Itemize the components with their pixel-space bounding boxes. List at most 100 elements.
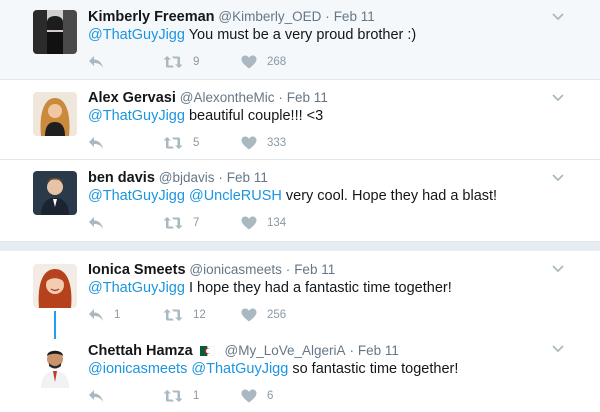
username[interactable]: @ionicasmeets bbox=[189, 262, 282, 277]
like-count: 256 bbox=[267, 309, 287, 321]
reply-button[interactable]: 1 bbox=[88, 306, 120, 324]
tweet-text: @ThatGuyJigg You must be a very proud br… bbox=[88, 27, 416, 43]
mention-link[interactable]: @ionicasmeets bbox=[88, 361, 187, 377]
separator: · bbox=[218, 170, 223, 185]
like-button[interactable]: 134 bbox=[241, 214, 286, 232]
chevron-down-icon[interactable] bbox=[552, 13, 564, 21]
avatar[interactable] bbox=[33, 264, 77, 308]
retweet-icon bbox=[163, 136, 183, 150]
mention-link[interactable]: @ThatGuyJigg bbox=[88, 108, 185, 124]
tweet-alex-gervasi[interactable]: Alex Gervasi @AlexontheMic · Feb 11 @Tha… bbox=[0, 80, 600, 160]
tweet-chettah-hamza[interactable]: Chettah Hamza @My_LoVe_AlgeriA · Feb 11 … bbox=[0, 337, 600, 412]
heart-icon bbox=[241, 389, 257, 403]
like-button[interactable]: 6 bbox=[241, 387, 273, 405]
tweet-ben-davis[interactable]: ben davis @bjdavis · Feb 11 @ThatGuyJigg… bbox=[0, 160, 600, 242]
reply-count: 1 bbox=[114, 309, 121, 321]
timestamp[interactable]: Feb 11 bbox=[334, 9, 375, 24]
retweet-icon bbox=[163, 55, 183, 69]
reply-button[interactable] bbox=[88, 134, 114, 152]
avatar[interactable] bbox=[33, 92, 77, 136]
like-count: 333 bbox=[267, 137, 287, 149]
tweet-header: Kimberly Freeman @Kimberly_OED · Feb 11 bbox=[88, 8, 375, 25]
tweet-header: ben davis @bjdavis · Feb 11 bbox=[88, 169, 268, 186]
separator: · bbox=[325, 9, 330, 24]
chevron-down-icon[interactable] bbox=[552, 345, 564, 353]
tweet-body: You must be a very proud brother :) bbox=[184, 27, 417, 43]
algeria-flag-icon bbox=[199, 343, 215, 357]
display-name[interactable]: Alex Gervasi bbox=[88, 90, 176, 106]
chevron-down-icon[interactable] bbox=[552, 265, 564, 273]
avatar[interactable] bbox=[33, 344, 77, 388]
mention-link[interactable]: @ThatGuyJigg bbox=[191, 361, 288, 377]
timestamp[interactable]: Feb 11 bbox=[294, 262, 335, 277]
mention-link[interactable]: @ThatGuyJigg bbox=[88, 280, 185, 296]
retweet-count: 9 bbox=[193, 56, 200, 68]
retweet-button[interactable]: 12 bbox=[163, 306, 206, 324]
timestamp[interactable]: Feb 11 bbox=[358, 343, 399, 358]
reply-button[interactable] bbox=[88, 214, 114, 232]
tweet-header: Chettah Hamza @My_LoVe_AlgeriA · Feb 11 bbox=[88, 342, 399, 359]
tweet-text: @ThatGuyJigg I hope they had a fantastic… bbox=[88, 280, 452, 296]
username[interactable]: @Kimberly_OED bbox=[218, 9, 321, 24]
like-count: 6 bbox=[267, 390, 274, 402]
mention-link[interactable]: @UncleRUSH bbox=[189, 188, 282, 204]
tweet-kimberly-freeman[interactable]: Kimberly Freeman @Kimberly_OED · Feb 11 … bbox=[0, 0, 600, 80]
retweet-button[interactable]: 1 bbox=[163, 387, 199, 405]
tweet-text: @ThatGuyJigg beautiful couple!!! <3 bbox=[88, 108, 323, 124]
tweet-text: @ionicasmeets @ThatGuyJigg so fantastic … bbox=[88, 361, 458, 377]
timestamp[interactable]: Feb 11 bbox=[287, 90, 328, 105]
display-name[interactable]: Chettah Hamza bbox=[88, 343, 193, 359]
retweet-count: 1 bbox=[193, 390, 200, 402]
heart-icon bbox=[241, 216, 257, 230]
tweet-header: Alex Gervasi @AlexontheMic · Feb 11 bbox=[88, 89, 328, 106]
mention-link[interactable]: @ThatGuyJigg bbox=[88, 188, 185, 204]
reply-button[interactable] bbox=[88, 53, 114, 71]
reply-icon bbox=[88, 136, 104, 150]
heart-icon bbox=[241, 136, 257, 150]
tweet-body: I hope they had a fantastic time togethe… bbox=[184, 280, 452, 296]
separator: · bbox=[349, 343, 354, 358]
chevron-down-icon[interactable] bbox=[552, 94, 564, 102]
username[interactable]: @My_LoVe_AlgeriA bbox=[225, 343, 346, 358]
mention-link[interactable]: @ThatGuyJigg bbox=[88, 27, 185, 43]
retweet-icon bbox=[163, 308, 183, 322]
retweet-count: 7 bbox=[193, 217, 200, 229]
tweet-text: @ThatGuyJigg @UncleRUSH very cool. Hope … bbox=[88, 188, 497, 204]
tweet-body: so fantastic time together! bbox=[288, 361, 459, 377]
display-name[interactable]: ben davis bbox=[88, 170, 155, 186]
retweet-icon bbox=[163, 389, 183, 403]
like-button[interactable]: 256 bbox=[241, 306, 286, 324]
reply-button[interactable] bbox=[88, 387, 114, 405]
retweet-button[interactable]: 7 bbox=[163, 214, 199, 232]
tweet-body: very cool. Hope they had a blast! bbox=[281, 188, 498, 204]
retweet-count: 5 bbox=[193, 137, 200, 149]
retweet-count: 12 bbox=[193, 309, 206, 321]
tweet-header: Ionica Smeets @ionicasmeets · Feb 11 bbox=[88, 261, 335, 278]
chevron-down-icon[interactable] bbox=[552, 174, 564, 182]
reply-icon bbox=[88, 216, 104, 230]
tweet-ionica-smeets[interactable]: Ionica Smeets @ionicasmeets · Feb 11 @Th… bbox=[0, 251, 600, 331]
retweet-icon bbox=[163, 216, 183, 230]
display-name[interactable]: Ionica Smeets bbox=[88, 262, 186, 278]
reply-icon bbox=[88, 389, 104, 403]
tweet-body: beautiful couple!!! <3 bbox=[184, 108, 324, 124]
username[interactable]: @bjdavis bbox=[159, 170, 215, 185]
conversation-thread: Ionica Smeets @ionicasmeets · Feb 11 @Th… bbox=[0, 251, 600, 412]
like-count: 134 bbox=[267, 217, 287, 229]
like-button[interactable]: 333 bbox=[241, 134, 286, 152]
separator: · bbox=[285, 262, 291, 277]
timestamp[interactable]: Feb 11 bbox=[227, 170, 268, 185]
like-button[interactable]: 268 bbox=[241, 53, 286, 71]
reply-icon bbox=[88, 308, 104, 322]
like-count: 268 bbox=[267, 56, 287, 68]
reply-icon bbox=[88, 55, 104, 69]
separator: · bbox=[278, 90, 283, 105]
retweet-button[interactable]: 5 bbox=[163, 134, 199, 152]
avatar[interactable] bbox=[33, 10, 77, 54]
heart-icon bbox=[241, 308, 257, 322]
username[interactable]: @AlexontheMic bbox=[180, 90, 275, 105]
heart-icon bbox=[241, 55, 257, 69]
avatar[interactable] bbox=[33, 171, 77, 215]
retweet-button[interactable]: 9 bbox=[163, 53, 199, 71]
display-name[interactable]: Kimberly Freeman bbox=[88, 9, 215, 25]
